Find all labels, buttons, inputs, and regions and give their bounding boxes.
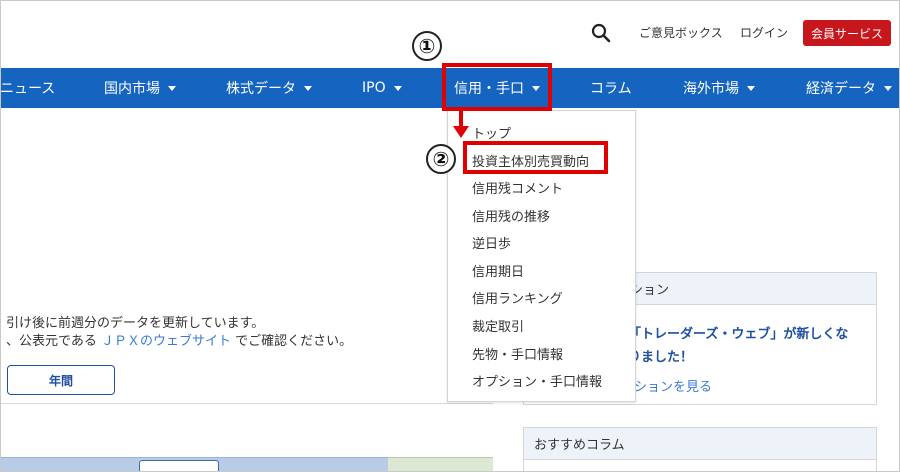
- dropdown-item-margin-comment[interactable]: 信用残コメント: [472, 178, 563, 197]
- nav-item-label: 海外市場: [683, 81, 739, 97]
- dropdown-item-arbitrage[interactable]: 裁定取引: [472, 316, 524, 335]
- caret-down-icon: [393, 85, 402, 91]
- sidebar-notice-line1[interactable]: 「トレーダーズ・ウェブ」が新しくな: [628, 323, 848, 342]
- nav-item-label: 株式データ: [226, 81, 296, 97]
- info-text-suffix: でご確認ください。: [235, 334, 353, 349]
- feedback-link[interactable]: ご意見ボックス: [639, 24, 723, 41]
- dropdown-item-margin-trend[interactable]: 信用残の推移: [472, 206, 550, 225]
- nav-item-ipo[interactable]: IPO: [362, 68, 402, 108]
- info-text-prefix: 、公表元である: [6, 334, 97, 349]
- sidebar-card-title: おすすめコラム: [524, 428, 876, 460]
- dropdown-item-margin-ranking[interactable]: 信用ランキング: [472, 288, 563, 307]
- highlight-box-step2: [463, 141, 608, 174]
- jpx-website-link[interactable]: ＪＰＸのウェブサイト: [101, 334, 231, 349]
- table-header-strip-alt: [388, 457, 493, 472]
- info-text-line2: 、公表元である ＪＰＸのウェブサイト でご確認ください。: [6, 330, 352, 349]
- nav-item-label: 経済データ: [806, 81, 876, 97]
- dropdown-item-reverse-fee[interactable]: 逆日歩: [472, 233, 511, 252]
- caret-down-icon: [884, 85, 892, 91]
- nav-item-domestic-market[interactable]: 国内市場: [104, 68, 176, 108]
- caret-down-icon: [168, 85, 176, 91]
- arrow-down-icon: [453, 110, 469, 138]
- nav-item-column[interactable]: コラム: [590, 68, 632, 108]
- caret-down-icon: [747, 85, 755, 91]
- dropdown-item-margin-due[interactable]: 信用期日: [472, 261, 524, 280]
- annual-button[interactable]: 年間: [7, 365, 115, 395]
- dropdown-item-options[interactable]: オプション・手口情報: [472, 371, 602, 390]
- nav-item-label: コラム: [590, 81, 632, 97]
- nav-item-label: ニュース: [0, 81, 56, 97]
- login-link[interactable]: ログイン: [740, 24, 788, 41]
- nav-item-news[interactable]: ニュース: [0, 68, 55, 108]
- nav-item-label: IPO: [362, 80, 386, 96]
- nav-item-economic-data[interactable]: 経済データ: [806, 68, 892, 108]
- sidebar-notice-link[interactable]: ションを見る: [634, 376, 712, 395]
- sidebar-notice-line2[interactable]: りました！: [628, 346, 693, 365]
- dropdown-item-top[interactable]: トップ: [472, 123, 511, 142]
- nav-item-stock-data[interactable]: 株式データ: [226, 68, 312, 108]
- step1-marker: ①: [412, 31, 442, 61]
- nav-item-overseas-market[interactable]: 海外市場: [683, 68, 755, 108]
- step2-marker: ②: [426, 144, 456, 174]
- dropdown-item-futures[interactable]: 先物・手口情報: [472, 344, 563, 363]
- member-service-button[interactable]: 会員サービス: [803, 20, 891, 46]
- sidebar-card-column: おすすめコラム: [523, 427, 877, 472]
- section-divider: [0, 403, 493, 404]
- nav-item-label: 国内市場: [104, 81, 160, 97]
- site-header: ご意見ボックス ログイン 会員サービス: [0, 0, 900, 68]
- detail-view-button[interactable]: [139, 460, 219, 472]
- highlight-box-step1: [442, 63, 552, 111]
- caret-down-icon: [304, 85, 312, 91]
- info-text-line1: 引け後に前週分のデータを更新しています。: [6, 316, 265, 331]
- search-icon[interactable]: [590, 22, 612, 44]
